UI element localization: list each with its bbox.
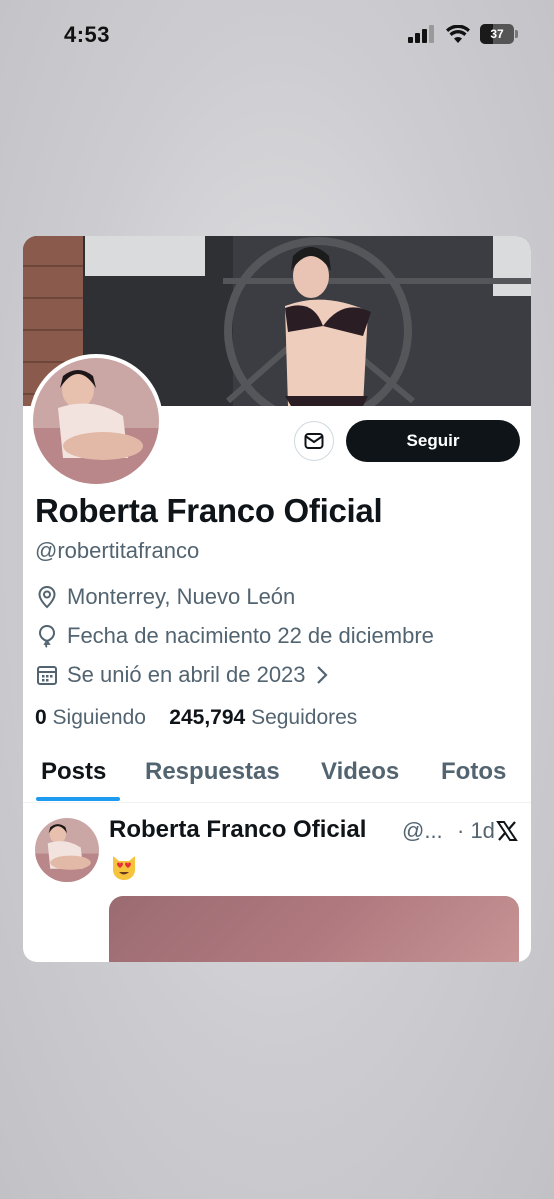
profile-handle: @robertitafranco (35, 538, 200, 563)
tab-respuestas[interactable]: Respuestas (145, 758, 280, 786)
heart-eyes-cat-emoji (113, 856, 135, 880)
following-label: Siguiendo (52, 706, 146, 729)
post-avatar[interactable] (35, 818, 99, 882)
birthday-row: Fecha de nacimiento 22 de diciembre (35, 623, 434, 649)
following-count: 0 (35, 706, 47, 729)
post-author-name[interactable]: Roberta Franco Oficial (109, 816, 366, 844)
profile-card: Seguir Roberta Franco Oficial @robertita… (23, 236, 531, 962)
followers-link[interactable]: 245,794 Seguidores (169, 706, 357, 729)
following-link[interactable]: 0 Siguiendo (35, 706, 146, 729)
calendar-icon (37, 666, 57, 685)
tab-fotos[interactable]: Fotos (441, 758, 506, 786)
avatar-image (33, 358, 159, 484)
profile-tabs: Posts Respuestas Videos Fotos (23, 746, 531, 803)
location-icon (38, 585, 56, 609)
post-media[interactable] (109, 896, 519, 962)
location-text: Monterrey, Nuevo León (67, 584, 296, 609)
post-time[interactable]: · 1d (457, 818, 495, 844)
post-avatar-image (35, 818, 99, 882)
follow-stats: 0 Siguiendo 245,794 Seguidores (35, 706, 357, 730)
profile-avatar[interactable] (29, 354, 163, 488)
joined-row[interactable]: Se unió en abril de 2023 (35, 662, 330, 688)
active-tab-indicator (36, 797, 120, 801)
battery-level: 37 (490, 27, 504, 41)
message-button[interactable] (294, 421, 334, 461)
tab-posts[interactable]: Posts (41, 758, 106, 786)
chevron-right-icon (316, 666, 328, 684)
battery-icon: 37 (480, 24, 518, 44)
x-logo-icon (496, 821, 518, 841)
follow-button[interactable]: Seguir (346, 420, 520, 462)
message-icon (304, 433, 324, 449)
birthday-text: Fecha de nacimiento 22 de diciembre (67, 623, 434, 648)
profile-name: Roberta Franco Oficial (35, 492, 383, 529)
followers-label: Seguidores (251, 706, 358, 729)
post-author-handle: @... (402, 818, 443, 843)
wifi-icon (446, 25, 470, 43)
signal-icon (408, 25, 434, 43)
balloon-icon (38, 624, 56, 648)
followers-count: 245,794 (169, 706, 246, 729)
status-icons: 37 (408, 24, 518, 44)
location-row: Monterrey, Nuevo León (35, 584, 295, 610)
joined-text: Se unió en abril de 2023 (67, 662, 306, 687)
status-time: 4:53 (64, 22, 111, 47)
tab-videos[interactable]: Videos (321, 758, 399, 786)
